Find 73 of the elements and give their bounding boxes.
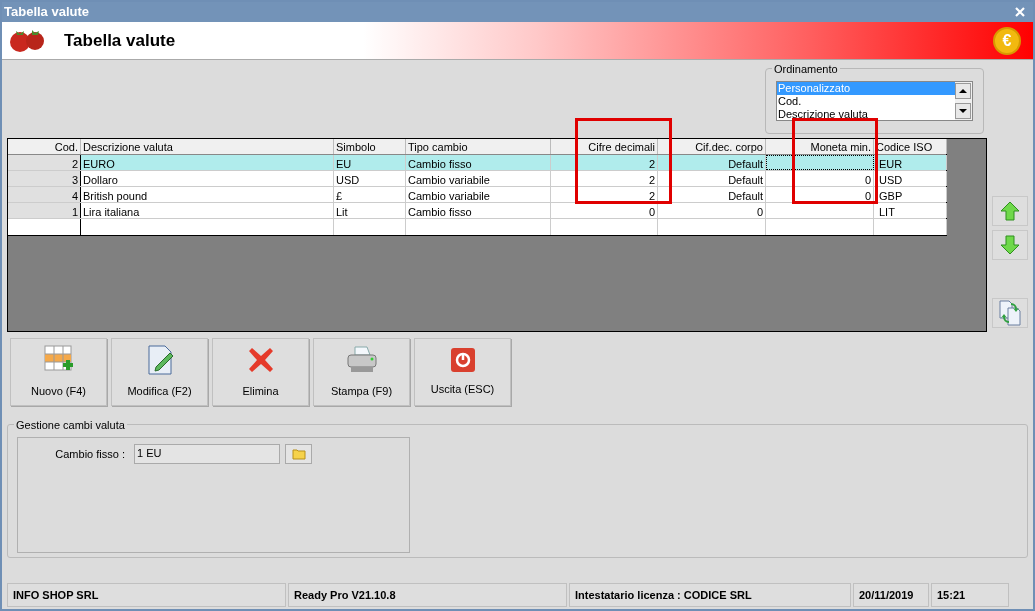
table-row[interactable]: 3 Dollaro USD Cambio variabile 2 Default 0 USD (8, 171, 946, 187)
column-header[interactable]: Cod. (8, 139, 81, 154)
delete-button[interactable]: Elimina (212, 338, 309, 406)
table-cell-text: Dollaro (82, 174, 119, 186)
table-cell-text: £ (335, 190, 344, 202)
scroll-up-icon[interactable] (955, 83, 971, 99)
status-cell: 20/11/2019 (853, 583, 929, 607)
table-cell-text: Default (727, 190, 764, 202)
window-title: Tabella valute (4, 3, 89, 22)
column-header[interactable]: Cifre decimali (551, 139, 658, 154)
column-header[interactable]: Cif.dec. corpo (658, 139, 766, 154)
ordering-listbox[interactable]: Personalizzato Cod. Descrizione valuta (776, 81, 973, 121)
table-cell-text: 4 (70, 190, 79, 202)
arrow-down-icon (1000, 235, 1020, 255)
table-cell-text: GBP (878, 190, 903, 202)
table-cell-text: USD (335, 174, 361, 186)
refresh-button[interactable] (992, 298, 1028, 328)
edit-button[interactable]: Modifica (F2) (111, 338, 208, 406)
table-cell-text: 2 (647, 190, 656, 202)
arrow-up-icon (1000, 201, 1020, 221)
column-header[interactable]: Moneta min. (766, 139, 874, 154)
status-cell: Intestatario licenza : CODICE SRL (569, 583, 851, 607)
move-down-button[interactable] (992, 230, 1028, 260)
table-row[interactable]: 2 EURO EU Cambio fisso 2 Default EUR (8, 155, 946, 171)
euro-coin-icon: € (993, 26, 1021, 55)
printer-icon (345, 344, 378, 375)
status-cell: Ready Pro V21.10.8 (288, 583, 567, 607)
close-icon[interactable] (1015, 7, 1025, 17)
status-cell: 15:21 (931, 583, 1009, 607)
ordering-option[interactable]: Descrizione valuta (777, 108, 955, 120)
table-cell-text: 0 (863, 174, 872, 186)
move-up-button[interactable] (992, 196, 1028, 226)
ordering-option[interactable]: Cod. (777, 95, 955, 108)
table-cell-text: Cambio variabile (407, 190, 491, 202)
table-cell-text: 3 (70, 174, 79, 186)
new-button[interactable]: Nuovo (F4) (10, 338, 107, 406)
strawberries-drawing (8, 27, 46, 54)
table-cell-text: Cambio fisso (407, 158, 473, 170)
documents-refresh-icon (999, 300, 1021, 326)
exit-button[interactable]: Uscita (ESC) (414, 338, 511, 406)
table-cell-text: USD (878, 174, 903, 186)
table-cell-text: EU (335, 158, 353, 170)
status-cell: INFO SHOP SRL (7, 583, 286, 607)
table-cell-text: 0 (647, 206, 656, 218)
scroll-down-icon[interactable] (955, 103, 971, 119)
table-cell-text: EUR (878, 158, 903, 170)
table-cell-text: 2 (647, 174, 656, 186)
column-header[interactable]: Tipo cambio (406, 139, 551, 154)
table-cell-text: 0 (863, 190, 872, 202)
page-title: Tabella valute (64, 29, 176, 52)
column-header[interactable]: Simbolo (334, 139, 406, 154)
table-cell-text: LIT (878, 206, 895, 218)
folder-icon (291, 448, 306, 460)
table-cell-text: Default (727, 158, 764, 170)
table-cell-text: 1 (70, 206, 79, 218)
browse-button[interactable] (285, 444, 312, 464)
power-icon (449, 346, 476, 373)
table-cell-text: 0 (755, 206, 764, 218)
table-row[interactable]: 1 Lira italiana Lit Cambio fisso 0 0 LIT (8, 203, 946, 219)
table-cell-text: Cambio fisso (407, 206, 473, 218)
table-cell-text: EURO (82, 158, 116, 170)
field-label: Cambio fisso : (54, 447, 125, 462)
column-header[interactable]: Descrizione valuta (81, 139, 334, 154)
table-cell-text: 2 (70, 158, 79, 170)
table-row[interactable]: 4 British pound £ Cambio variabile 2 Default 0 GBP (8, 187, 946, 203)
table-cell-text: Lit (335, 206, 349, 218)
exchange-field[interactable]: 1 EU (134, 444, 280, 464)
table-cell-text: Default (727, 174, 764, 186)
table-cell-text: Lira italiana (82, 206, 141, 218)
table-cell-text: 2 (647, 158, 656, 170)
table-cell-text: Cambio variabile (407, 174, 491, 186)
print-button[interactable]: Stampa (F9) (313, 338, 410, 406)
table-cell-text: British pound (82, 190, 149, 202)
